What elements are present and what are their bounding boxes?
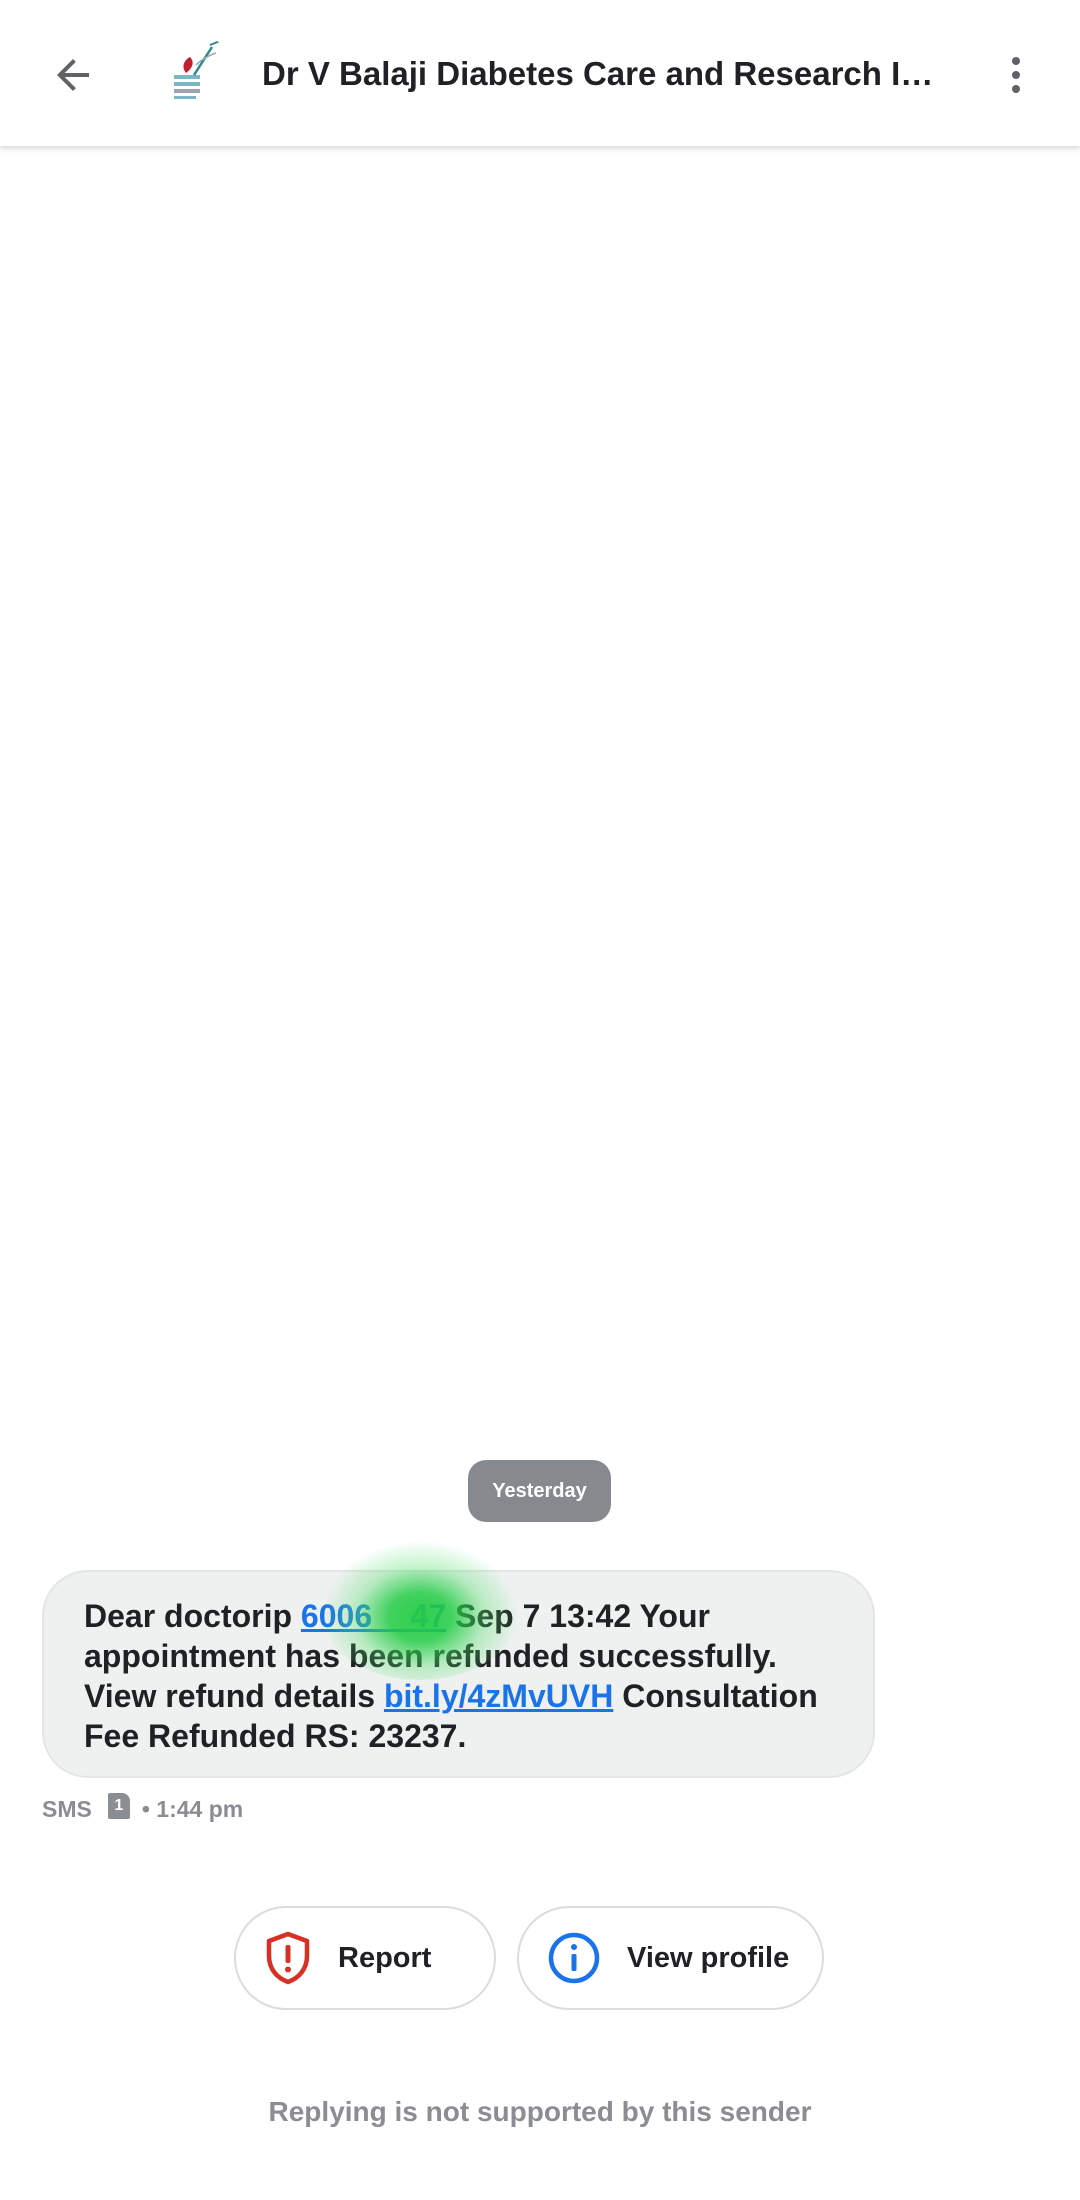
reply-not-supported-note: Replying is not supported by this sender: [268, 2096, 812, 2127]
sender-avatar[interactable]: [160, 35, 234, 109]
phone-number-link[interactable]: 6006 47: [301, 1598, 446, 1634]
message-bubble[interactable]: Dear doctorip 6006 47 Sep 7 13:42 Your a…: [42, 1570, 875, 1778]
info-icon: [547, 1931, 601, 1985]
view-profile-label: View profile: [627, 1941, 790, 1974]
sender-logo: [174, 40, 221, 99]
back-button[interactable]: [38, 40, 108, 110]
arrow-back-icon: [57, 59, 89, 91]
date-divider: Yesterday: [468, 1460, 611, 1522]
more-vert-icon: [1012, 57, 1020, 93]
more-options-button[interactable]: [986, 40, 1046, 110]
sim-card-icon: 1: [107, 1792, 130, 1819]
shield-alert-icon: [264, 1931, 312, 1985]
message-meta: SMS 1 • 1:44 pm: [42, 1792, 244, 1823]
top-app-bar: Dr V Balaji Diabetes Care and Research I…: [0, 0, 1080, 146]
refund-url-link[interactable]: bit.ly/4zMvUVH: [384, 1678, 613, 1714]
channel-label: SMS: [42, 1796, 92, 1822]
view-profile-button[interactable]: View profile: [517, 1906, 824, 2010]
sim-number: 1: [114, 1796, 124, 1814]
conversation-screen: Dr V Balaji Diabetes Care and Research I…: [0, 0, 1080, 2200]
message-text: Dear doctorip: [84, 1598, 301, 1634]
message-time: • 1:44 pm: [141, 1796, 244, 1822]
conversation-title[interactable]: Dr V Balaji Diabetes Care and Research I…: [262, 50, 952, 98]
report-button[interactable]: Report: [234, 1906, 496, 2010]
report-label: Report: [338, 1941, 432, 1974]
